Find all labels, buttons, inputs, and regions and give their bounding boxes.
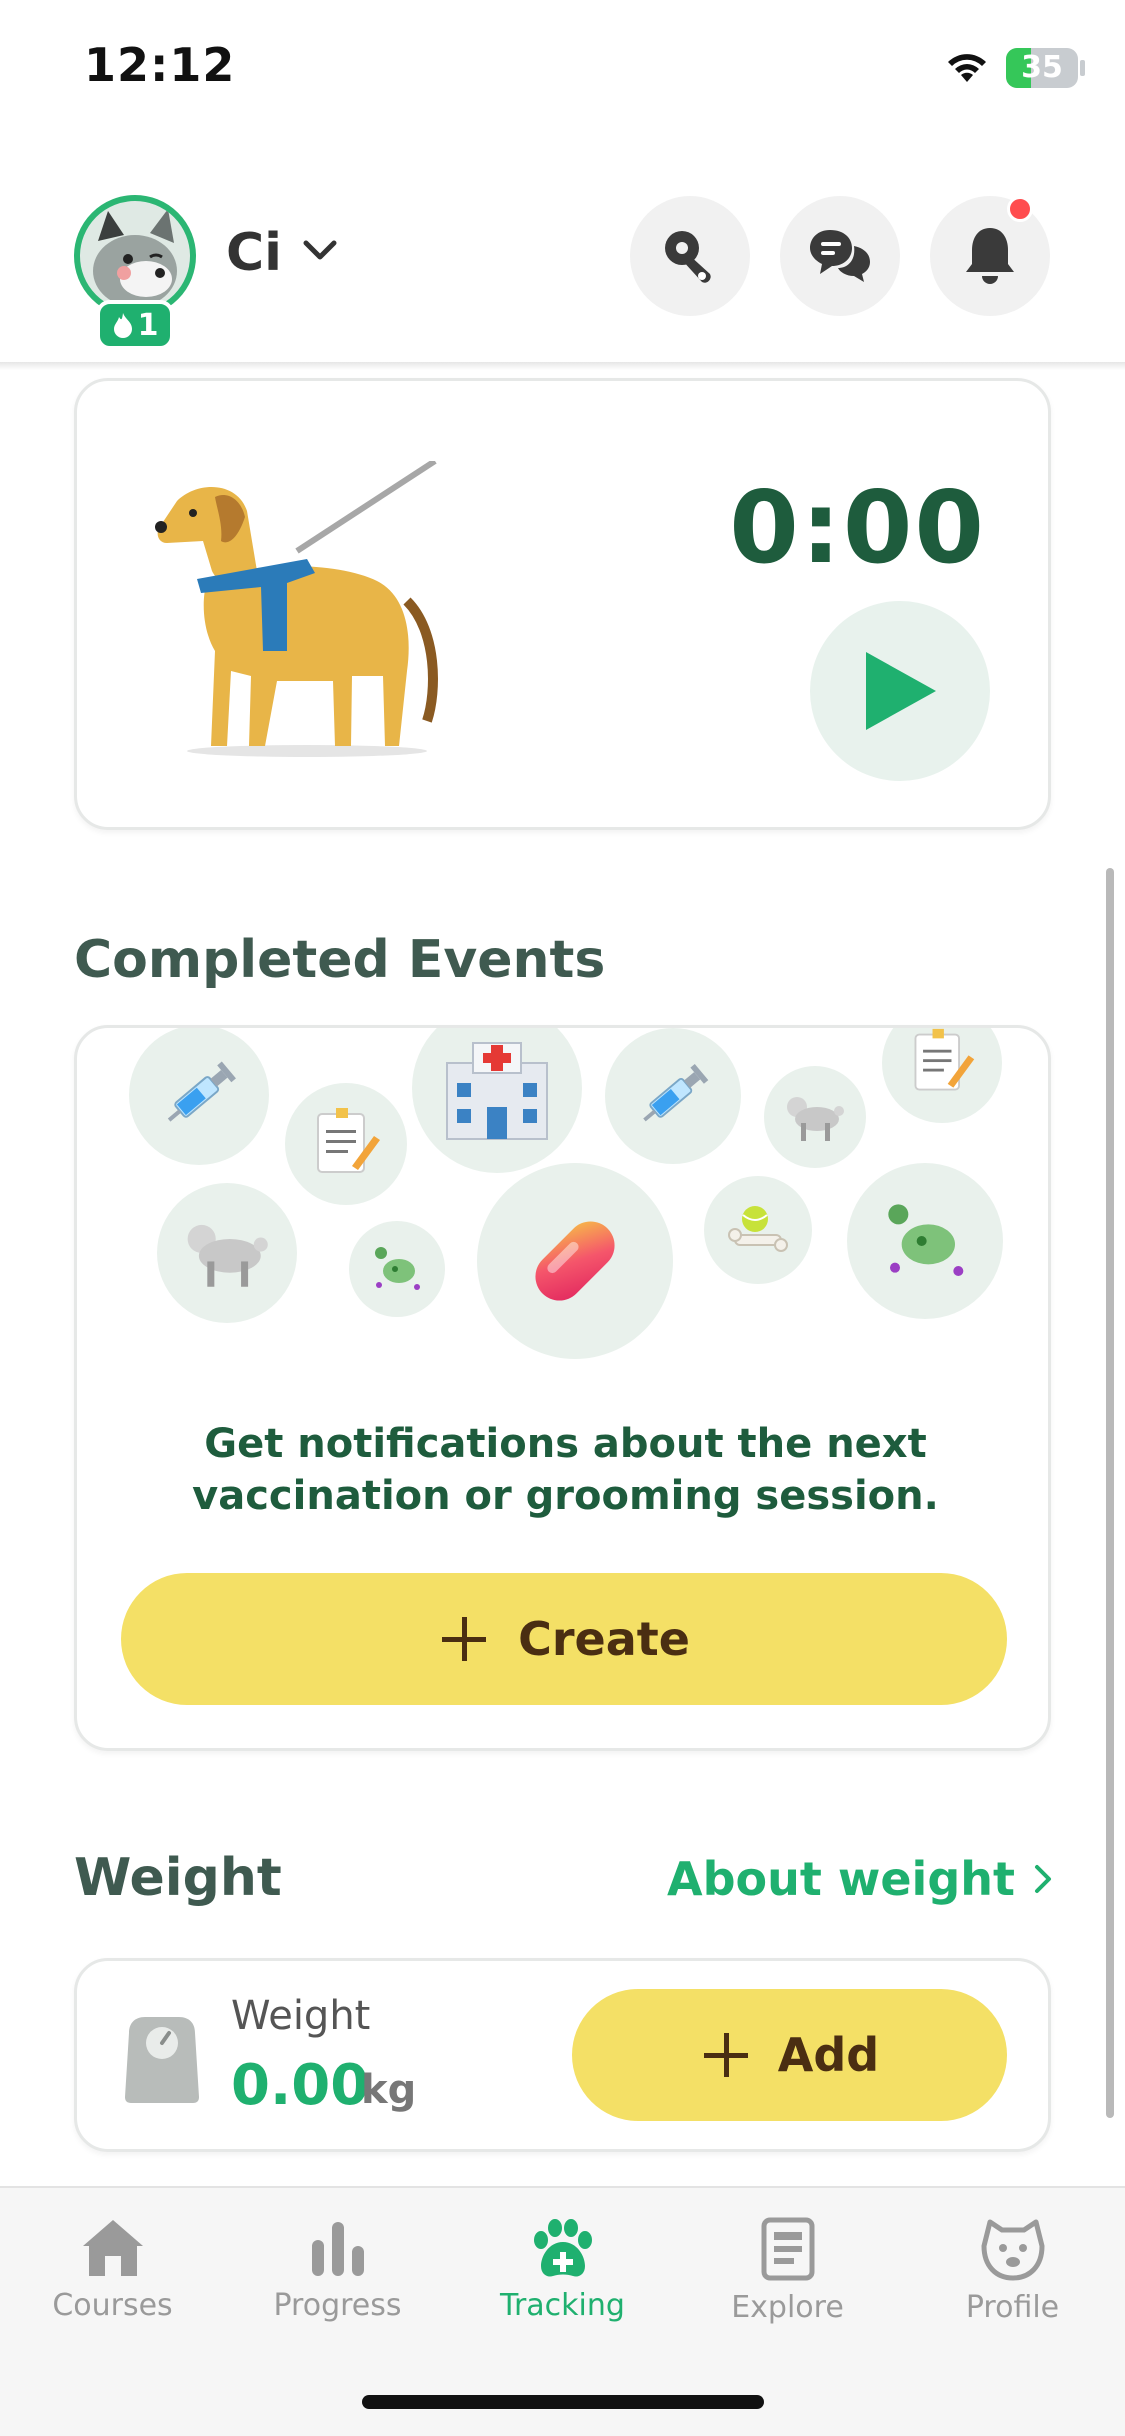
pill-icon [535, 1221, 615, 1301]
tab-progress[interactable]: Progress [225, 2216, 450, 2323]
flame-icon [113, 313, 132, 338]
tab-courses[interactable]: Courses [0, 2216, 225, 2323]
about-weight-label: About weight [666, 1852, 1015, 1906]
completed-events-card: Get notifications about the next vaccina… [74, 1025, 1051, 1751]
add-weight-button[interactable]: Add [572, 1989, 1007, 2121]
notepad-bubble-2 [882, 1028, 1002, 1123]
pet-name[interactable]: Ci [226, 223, 282, 283]
events-message: Get notifications about the next vaccina… [192, 1421, 939, 1519]
clicker-icon [665, 231, 711, 283]
chat-icon [810, 230, 870, 282]
wifi-icon [948, 54, 986, 82]
germ-icon [375, 1247, 420, 1290]
tab-tracking[interactable]: Tracking [450, 2216, 675, 2323]
weight-value: 0.00 [231, 2053, 370, 2118]
scale-icon [125, 2017, 199, 2103]
status-bar: 12:12 35 [0, 0, 1125, 140]
bell-icon [966, 228, 1014, 284]
germ-bubble [349, 1221, 445, 1317]
status-time: 12:12 [84, 38, 236, 92]
add-label: Add [777, 2028, 880, 2082]
create-event-button[interactable]: Create [121, 1573, 1007, 1705]
notepad-icon [914, 1028, 975, 1091]
dog-with-leash-illustration [155, 461, 438, 757]
plus-icon [703, 2033, 748, 2077]
streak-badge: 1 [96, 300, 174, 350]
germ-bubble-2 [847, 1163, 1003, 1319]
plus-icon [442, 1617, 487, 1661]
timer-display: 0:00 [729, 469, 986, 586]
create-label: Create [518, 1612, 690, 1666]
home-indicator[interactable] [362, 2395, 764, 2409]
poodle-bubble-2 [157, 1183, 297, 1323]
streak-count: 1 [137, 307, 159, 343]
battery-icon: 35 [1006, 48, 1078, 88]
notification-dot [1007, 196, 1033, 222]
notepad-icon [317, 1108, 380, 1173]
scrollbar[interactable] [1106, 868, 1114, 2118]
home-icon [82, 2220, 143, 2276]
about-weight-link[interactable]: About weight [667, 1852, 1053, 1906]
tab-label: Progress [273, 2288, 402, 2323]
chevron-right-icon [1035, 1865, 1051, 1893]
notepad-bubble [285, 1083, 407, 1205]
weight-section-title: Weight [74, 1848, 282, 1908]
chat-button[interactable] [780, 196, 900, 316]
clicker-button[interactable] [630, 196, 750, 316]
ball-bone-bubble [704, 1176, 812, 1284]
poodle-bubble [764, 1066, 866, 1168]
play-icon [866, 652, 936, 730]
weight-unit: kg [361, 2067, 417, 2113]
germ-icon [888, 1204, 964, 1276]
bar-chart-icon [311, 2222, 364, 2276]
syringe-icon [167, 1061, 236, 1122]
tab-label: Profile [965, 2290, 1060, 2325]
tab-label: Explore [731, 2290, 844, 2325]
tab-label: Tracking [500, 2288, 625, 2323]
syringe-bubble [129, 1028, 269, 1165]
poodle-icon [787, 1097, 844, 1141]
hospital-bubble [412, 1028, 582, 1173]
dog-face-icon [981, 2219, 1044, 2281]
syringe-icon [643, 1063, 709, 1122]
start-timer-button[interactable] [810, 601, 990, 781]
battery-level: 35 [1021, 50, 1063, 85]
pet-avatar[interactable] [74, 195, 196, 317]
tab-profile[interactable]: Profile [900, 2216, 1125, 2325]
document-icon [761, 2217, 814, 2281]
weight-label: Weight [231, 1993, 371, 2039]
completed-events-title: Completed Events [74, 930, 606, 990]
walk-timer-card: 0:00 [74, 378, 1051, 830]
poodle-icon [187, 1224, 268, 1287]
tab-label: Courses [52, 2288, 173, 2323]
pill-bubble [477, 1163, 673, 1359]
tab-explore[interactable]: Explore [675, 2216, 900, 2325]
chevron-down-icon[interactable] [302, 238, 338, 262]
paw-plus-icon [533, 2219, 592, 2277]
ball-bone-icon [728, 1206, 788, 1252]
weight-card: Weight 0.00 kg Add [74, 1958, 1051, 2152]
wolf-avatar-icon [93, 209, 177, 307]
syringe-bubble-2 [605, 1028, 741, 1164]
hospital-icon [446, 1042, 548, 1140]
